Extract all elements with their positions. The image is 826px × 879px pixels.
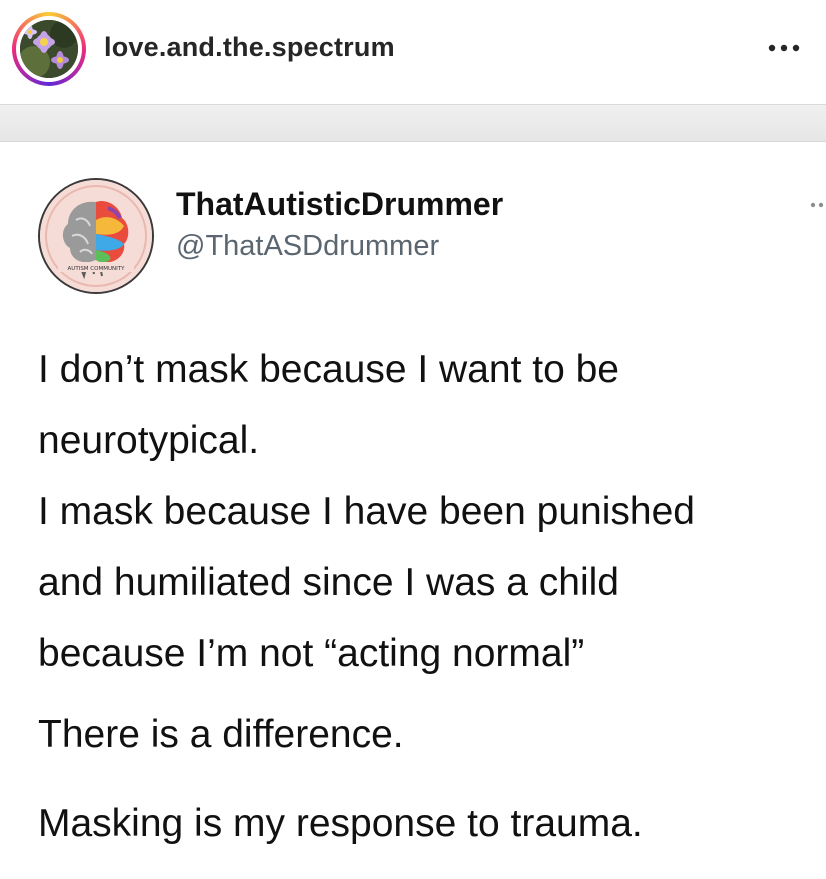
tweet-card: AUTISM COMMUNITY ThatAutisticDrummer @Th… [0, 142, 826, 879]
tweet-line-trauma: Masking is my response to trauma. [38, 802, 643, 845]
tweet-line: I don’t mask because I want to be [38, 348, 620, 391]
post-header: love.and.the.spectrum [0, 0, 826, 105]
flower-avatar-image [20, 20, 78, 78]
brain-logo-icon: AUTISM COMMUNITY [40, 180, 152, 292]
more-horizontal-icon [768, 44, 800, 52]
tweet-line: neurotypical. [38, 419, 260, 462]
tweet-line: I mask because I have been punished [38, 490, 695, 533]
tweet-handle[interactable]: @ThatASDdrummer [176, 230, 439, 263]
profile-avatar[interactable] [12, 12, 86, 86]
instagram-post: love.and.the.spectrum AUTISM COMMUNITY T… [0, 0, 826, 879]
more-options-button[interactable] [762, 32, 806, 62]
avatar-caption: AUTISM COMMUNITY [68, 266, 126, 272]
tweet-display-name[interactable]: ThatAutisticDrummer [176, 186, 503, 223]
tweet-line-difference: There is a difference. [38, 713, 404, 756]
tweet-author-avatar[interactable]: AUTISM COMMUNITY [38, 178, 154, 294]
tweet-line: and humiliated since I was a child [38, 561, 619, 604]
tweet-line: because I’m not “acting normal” [38, 632, 585, 675]
image-top-band [0, 105, 826, 142]
tweet-text: I don’t mask because I want to be neurot… [38, 334, 824, 859]
flower-icon [20, 20, 78, 78]
post-username[interactable]: love.and.the.spectrum [104, 32, 395, 63]
tweet-more-icon[interactable] [806, 198, 826, 210]
